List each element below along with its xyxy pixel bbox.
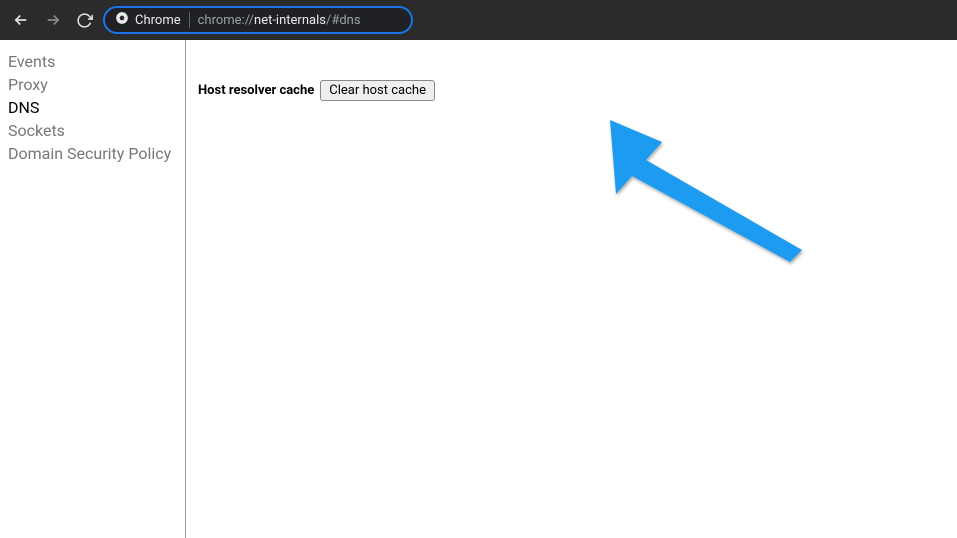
url-text: chrome://net-internals/#dns [198, 13, 361, 28]
sidebar-item-dns[interactable]: DNS [8, 96, 185, 119]
chrome-label: Chrome [135, 13, 181, 28]
nav-buttons [8, 11, 93, 29]
reload-icon[interactable] [76, 12, 93, 29]
host-resolver-label: Host resolver cache [198, 83, 314, 98]
back-icon[interactable] [12, 11, 30, 29]
omnibox-divider [189, 12, 190, 28]
clear-host-cache-button[interactable]: Clear host cache [320, 80, 435, 101]
sidebar-item-events[interactable]: Events [8, 50, 185, 73]
sidebar-item-sockets[interactable]: Sockets [8, 119, 185, 142]
sidebar-item-proxy[interactable]: Proxy [8, 73, 185, 96]
sidebar: Events Proxy DNS Sockets Domain Security… [0, 40, 186, 538]
main-panel: Host resolver cache Clear host cache [186, 40, 957, 538]
chrome-icon [115, 11, 129, 29]
sidebar-item-domain-security-policy[interactable]: Domain Security Policy [8, 142, 185, 165]
page-content: Events Proxy DNS Sockets Domain Security… [0, 40, 957, 538]
host-resolver-row: Host resolver cache Clear host cache [198, 80, 957, 101]
annotation-arrow-icon [602, 112, 812, 276]
forward-icon[interactable] [44, 11, 62, 29]
address-bar[interactable]: Chrome chrome://net-internals/#dns [103, 6, 413, 34]
chrome-chip: Chrome [115, 11, 181, 29]
browser-toolbar: Chrome chrome://net-internals/#dns [0, 0, 957, 40]
